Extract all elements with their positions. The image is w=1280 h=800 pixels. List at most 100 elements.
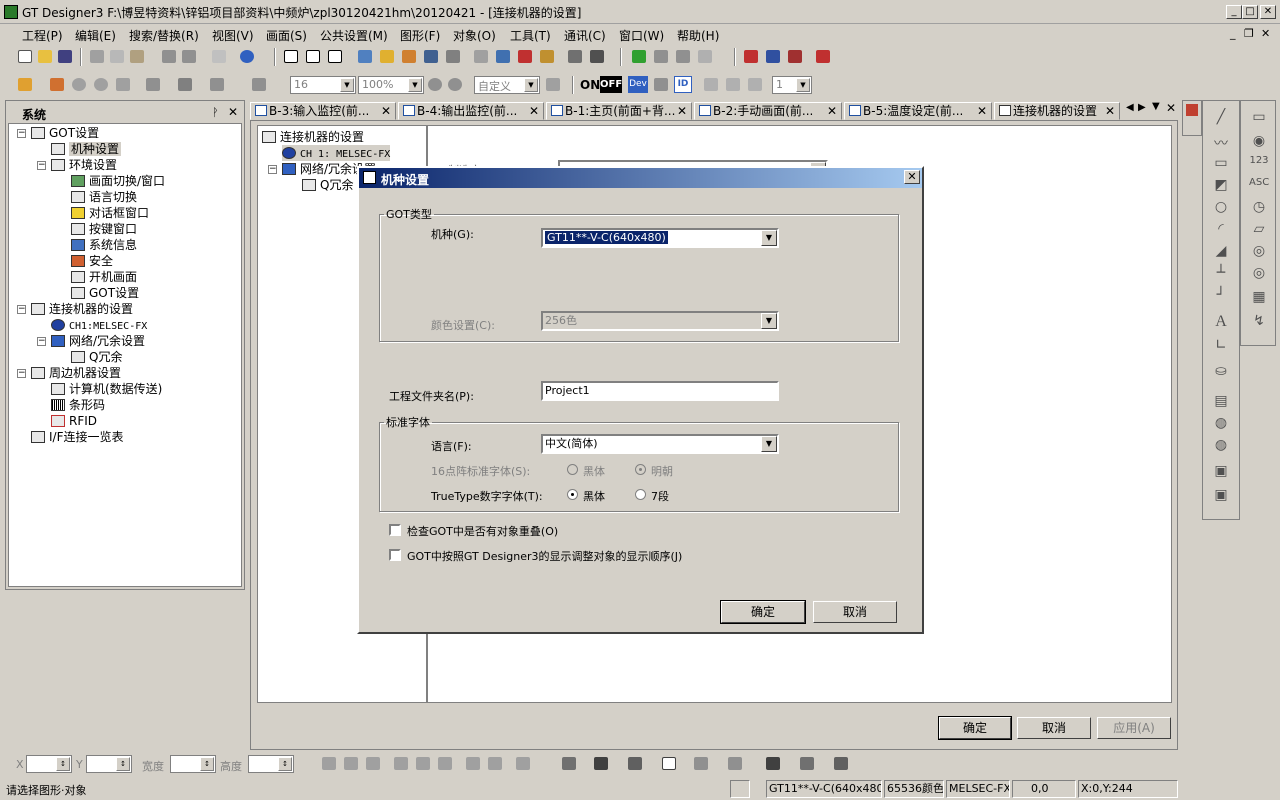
tab-b2-manual[interactable]: B-2:手动画面(前... ✕: [694, 102, 842, 120]
doc-tree-connected-devices[interactable]: 连接机器的设置: [262, 129, 364, 145]
font16-gothic-radio[interactable]: [567, 464, 578, 475]
save-icon[interactable]: [56, 48, 74, 65]
screen-call-2-icon[interactable]: ▣: [1211, 487, 1231, 505]
mdi-restore-button[interactable]: ❐: [1244, 27, 1254, 40]
layer-select[interactable]: 1 ▼: [772, 76, 812, 94]
alarm-icon[interactable]: ◎: [1249, 265, 1269, 283]
collapse-network[interactable]: −: [37, 337, 46, 346]
tab-connected-devices[interactable]: 连接机器的设置 ✕: [994, 102, 1120, 120]
line-style-icon[interactable]: [560, 755, 578, 772]
layout-icon[interactable]: [472, 48, 490, 65]
tab-b4-output-monitor[interactable]: B-4:输出监控(前... ✕: [398, 102, 544, 120]
truetype-7seg-radio[interactable]: [635, 489, 646, 500]
library-icon[interactable]: [356, 48, 374, 65]
tree-barcode[interactable]: 条形码: [51, 397, 105, 413]
abc-2-icon[interactable]: [588, 48, 606, 65]
transfer-icon[interactable]: [814, 48, 832, 65]
parts-2-icon[interactable]: ◍: [1211, 437, 1231, 455]
distribute-v-icon[interactable]: [486, 755, 504, 772]
doc-apply-button[interactable]: 应用(A): [1097, 717, 1171, 739]
check-overlap-checkbox[interactable]: [389, 524, 401, 536]
align-left-icon[interactable]: [320, 755, 338, 772]
text-style-icon[interactable]: [798, 755, 816, 772]
copy-icon[interactable]: [108, 48, 126, 65]
collapse-peripherals[interactable]: −: [17, 369, 26, 378]
tree-screen-switch[interactable]: 画面切换/窗口: [71, 173, 165, 189]
switch-icon[interactable]: ▭: [1249, 109, 1269, 127]
scale-icon[interactable]: ┴: [1211, 265, 1231, 283]
align-middle-icon[interactable]: [414, 755, 432, 772]
tree-ch1[interactable]: CH1:MELSEC-FX: [51, 317, 147, 333]
tree-connected-device-settings[interactable]: 连接机器的设置: [31, 301, 133, 317]
tree-peripheral-settings[interactable]: 周边机器设置: [31, 365, 121, 381]
tab-close-icon[interactable]: ✕: [977, 103, 987, 119]
tree-q-redundancy[interactable]: Q冗余: [71, 349, 122, 365]
preview-icon[interactable]: [444, 48, 462, 65]
layout-4-icon[interactable]: [538, 48, 556, 65]
mdi-close-button[interactable]: ✕: [1261, 27, 1270, 40]
new-icon[interactable]: [16, 48, 34, 65]
write-to-got-icon[interactable]: [742, 48, 760, 65]
pattern-icon[interactable]: [144, 76, 162, 93]
menu-object[interactable]: 对象(O): [453, 27, 496, 44]
font-color-icon[interactable]: [764, 755, 782, 772]
shape-frame-icon[interactable]: [660, 755, 678, 772]
list-icon[interactable]: [400, 48, 418, 65]
search-icon[interactable]: [652, 48, 670, 65]
data-browser-icon[interactable]: [378, 48, 396, 65]
maximize-button[interactable]: □: [1242, 5, 1258, 19]
tab-prev-icon[interactable]: ◀: [1126, 102, 1134, 113]
text-shadow-icon[interactable]: [832, 755, 850, 772]
project-folder-input[interactable]: Project1: [541, 381, 779, 401]
collapse-doc-network[interactable]: −: [268, 165, 277, 174]
menu-search-replace[interactable]: 搜索/替换(R): [129, 27, 199, 44]
x-input[interactable]: ↕: [26, 755, 72, 773]
distribute-h-icon[interactable]: [464, 755, 482, 772]
text-icon[interactable]: A: [1211, 313, 1231, 331]
tree-model-settings[interactable]: 机种设置: [51, 141, 122, 157]
doc-tree-ch1[interactable]: CH 1: MELSEC-FX: [282, 145, 391, 161]
close-panel-icon[interactable]: ✕: [228, 105, 238, 119]
on-toggle[interactable]: ON: [580, 78, 600, 92]
cut-icon[interactable]: [88, 48, 106, 65]
menu-window[interactable]: 窗口(W): [619, 27, 664, 44]
circle-icon[interactable]: [70, 76, 88, 93]
open-icon[interactable]: [36, 48, 54, 65]
menu-figure[interactable]: 图形(F): [400, 27, 440, 44]
tree-computer-transfer[interactable]: 计算机(数据传送): [51, 381, 162, 397]
align-top-icon[interactable]: [392, 755, 410, 772]
doc-tree-q-redundancy[interactable]: Q冗余: [302, 177, 353, 193]
graph-icon[interactable]: ↯: [1249, 313, 1269, 331]
layer-front-icon[interactable]: [702, 76, 720, 93]
paint-icon[interactable]: [208, 76, 226, 93]
layer-back-icon[interactable]: [724, 76, 742, 93]
layer-icon[interactable]: [746, 76, 764, 93]
frame-icon[interactable]: [114, 76, 132, 93]
screen-call-icon[interactable]: ▣: [1211, 463, 1231, 481]
truetype-gothic-radio[interactable]: [567, 489, 578, 500]
tool-icon[interactable]: [696, 48, 714, 65]
align-center-icon[interactable]: [342, 755, 360, 772]
height-input[interactable]: ↕: [248, 755, 294, 773]
fill-bucket-icon[interactable]: [726, 755, 744, 772]
pin-icon[interactable]: ᚹ: [212, 106, 219, 119]
device-icon[interactable]: [422, 48, 440, 65]
tab-b3-input-monitor[interactable]: B-3:输入监控(前... ✕: [250, 102, 396, 120]
tree-key-window[interactable]: 按键窗口: [71, 221, 137, 237]
mdi-minimize-button[interactable]: _: [1230, 27, 1236, 40]
menu-project[interactable]: 工程(P): [22, 27, 63, 44]
tree-got-setup[interactable]: GOT设置: [71, 285, 139, 301]
zoom-select-icon[interactable]: [250, 76, 268, 93]
menu-common-settings[interactable]: 公共设置(M): [320, 27, 388, 44]
fill-color-icon[interactable]: [176, 76, 194, 93]
clock-icon[interactable]: ◷: [1249, 199, 1269, 217]
comment-icon[interactable]: ▱: [1249, 221, 1269, 239]
tree-rfid[interactable]: RFID: [51, 413, 97, 429]
line-color-icon[interactable]: [626, 755, 644, 772]
align-right-icon[interactable]: [364, 755, 382, 772]
layout-2-icon[interactable]: [494, 48, 512, 65]
undo-icon[interactable]: [160, 48, 178, 65]
width-input[interactable]: ↕: [170, 755, 216, 773]
device-toggle[interactable]: Dev: [628, 76, 648, 93]
circle-shape-icon[interactable]: ○: [1211, 199, 1231, 217]
